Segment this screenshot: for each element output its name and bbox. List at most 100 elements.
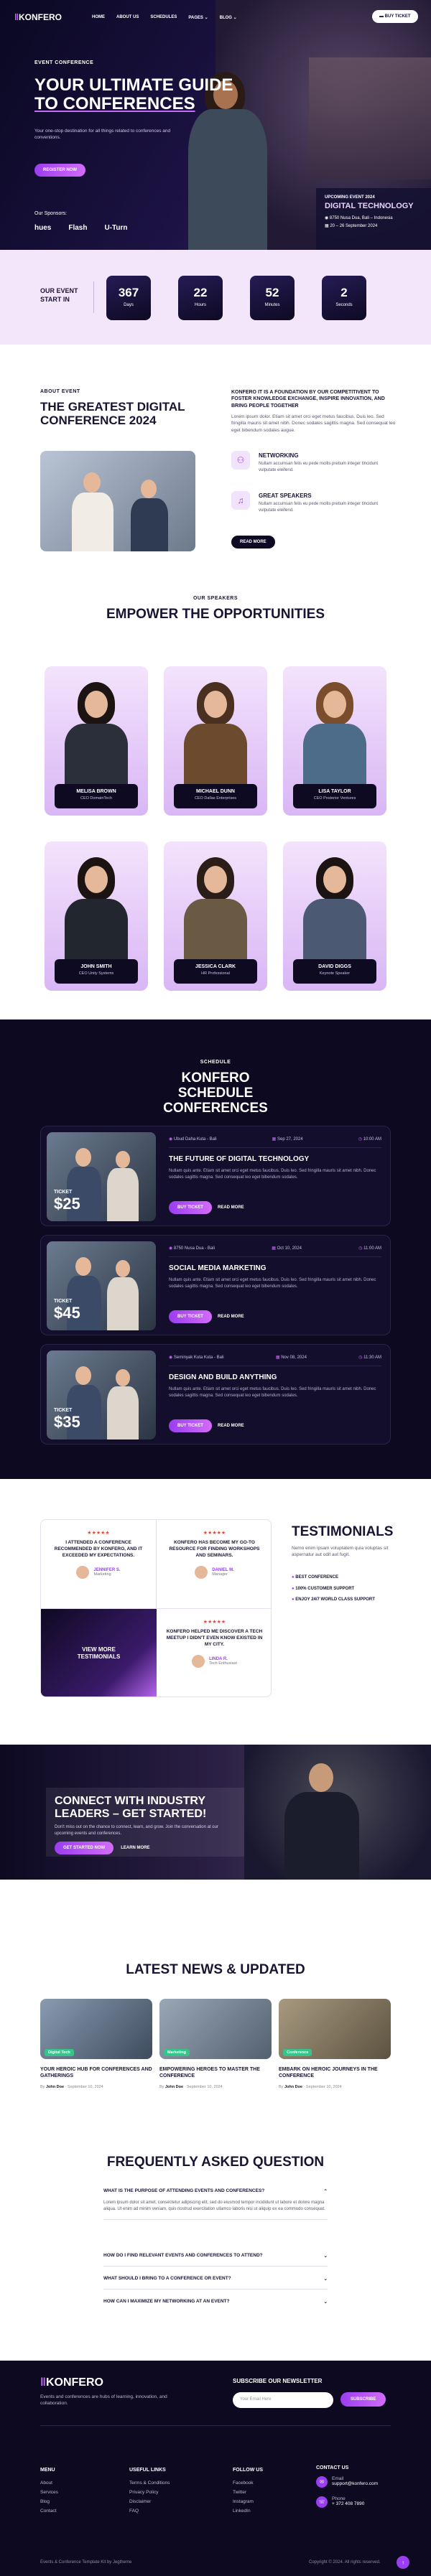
countdown-minutes: 52 Minutes bbox=[250, 276, 295, 320]
speakers-section: OUR SPEAKERS EMPOWER THE OPPORTUNITIES M… bbox=[0, 582, 431, 1019]
speaker-card[interactable]: MICHAEL DUNN CEO Dallas Enterprises bbox=[164, 666, 267, 816]
footer-link[interactable]: Blog bbox=[40, 2497, 58, 2506]
nav-schedules[interactable]: SCHEDULES bbox=[150, 15, 177, 20]
speaker-photo bbox=[323, 866, 346, 893]
faq-item-2[interactable]: HOW DO I FIND RELEVANT EVENTS AND CONFER… bbox=[103, 2253, 328, 2267]
event-title: SOCIAL MEDIA MARKETING bbox=[169, 1264, 267, 1272]
speaker-photo bbox=[85, 866, 108, 893]
news-card[interactable]: Digital Tech YOUR HEROIC HUB FOR CONFERE… bbox=[40, 1999, 152, 2092]
event-description: Nullam quis ante. Etiam sit amet orci eg… bbox=[169, 1278, 376, 1289]
faq-item-1[interactable]: WHAT IS THE PURPOSE OF ATTENDING EVENTS … bbox=[103, 2188, 328, 2221]
ticket-label: TICKET bbox=[54, 1408, 73, 1413]
read-more-link[interactable]: READ MORE bbox=[218, 1205, 244, 1210]
nav-blog[interactable]: BLOG ⌄ bbox=[220, 15, 237, 20]
news-author: John Doe bbox=[164, 2085, 184, 2089]
news-author: John Doe bbox=[45, 2085, 65, 2089]
register-now-button[interactable]: REGISTER NOW bbox=[34, 164, 86, 177]
speaker-photo bbox=[204, 866, 227, 893]
schedule-section: SCHEDULE KONFERO SCHEDULE CONFERENCES TI… bbox=[0, 1019, 431, 1479]
speaker-photo bbox=[323, 691, 346, 718]
news-card[interactable]: Conference EMBARK ON HEROIC JOURNEYS IN … bbox=[279, 1999, 391, 2092]
nav-home[interactable]: HOME bbox=[92, 15, 105, 20]
footer: ‖KONFERO Events and conferences are hubs… bbox=[0, 2361, 431, 2576]
footer-link[interactable]: Disclaimer bbox=[129, 2497, 170, 2506]
speaker-card[interactable]: LISA TAYLOR CEO Posterior Ventures bbox=[283, 666, 386, 816]
buy-ticket-header-button[interactable]: ▬ BUY TICKET bbox=[372, 10, 418, 23]
subscribe-button[interactable]: SUBSCRIBE bbox=[340, 2392, 386, 2407]
news-photo: Conference bbox=[279, 1999, 391, 2059]
footer-link[interactable]: Contact bbox=[40, 2506, 58, 2516]
nav-about[interactable]: ABOUT US bbox=[116, 15, 139, 20]
news-title: YOUR HEROIC HUB FOR CONFERENCES AND GATH… bbox=[40, 2067, 152, 2079]
event-location: ◉ Seminyak Kuta Kuta - Bali bbox=[169, 1355, 224, 1360]
facebook-link[interactable]: Facebook bbox=[233, 2478, 263, 2488]
countdown-timer: 367 Days 22 Hours 52 Minutes 2 Seconds bbox=[106, 276, 366, 320]
ticket-price: $35 bbox=[54, 1413, 80, 1431]
event-title: DESIGN AND BUILD ANYTHING bbox=[169, 1373, 277, 1381]
contact-phone[interactable]: + 372 408 7890 bbox=[332, 2501, 364, 2506]
buy-ticket-button[interactable]: BUY TICKET bbox=[169, 1201, 212, 1214]
speaker-role: CEO Dallas Enterprises bbox=[194, 796, 237, 801]
location-icon: ◉ bbox=[325, 216, 330, 220]
audience-photo bbox=[309, 57, 431, 179]
email-icon: ✉ bbox=[316, 2476, 328, 2488]
nav-pages[interactable]: PAGES ⌄ bbox=[188, 15, 208, 20]
speaker-card[interactable]: MELISA BROWN CEO DomainTech bbox=[45, 666, 148, 816]
contact-email[interactable]: support@konfero.com bbox=[332, 2481, 378, 2486]
countdown-label: OUR EVENT START IN bbox=[40, 287, 78, 303]
footer-link[interactable]: Terms & Conditions bbox=[129, 2478, 170, 2488]
news-section: LATEST NEWS & UPDATED Digital Tech YOUR … bbox=[0, 1880, 431, 2095]
speaker-card[interactable]: DAVID DIGGS Keynote Speaker bbox=[283, 841, 386, 991]
logo[interactable]: ‖KONFERO bbox=[14, 12, 62, 22]
main-nav: HOME ABOUT US SCHEDULES PAGES ⌄ BLOG ⌄ bbox=[92, 15, 237, 20]
cta-box: CONNECT WITH INDUSTRY LEADERS – GET STAR… bbox=[46, 1788, 244, 1857]
learn-more-link[interactable]: LEARN MORE bbox=[121, 1846, 149, 1850]
news-tag: Marketing bbox=[164, 2049, 190, 2056]
networking-icon: ⚇ bbox=[231, 451, 250, 470]
get-started-button[interactable]: GET STARTED NOW bbox=[55, 1841, 114, 1854]
event-photo: TICKET $45 bbox=[47, 1241, 156, 1330]
faq-title: FREQUENTLY ASKED QUESTION bbox=[106, 2155, 325, 2170]
buy-ticket-button[interactable]: BUY TICKET bbox=[169, 1419, 212, 1432]
twitter-link[interactable]: Twitter bbox=[233, 2488, 263, 2497]
news-card[interactable]: Marketing EMPOWERING HEROES TO MASTER TH… bbox=[159, 1999, 272, 2092]
event-title: THE FUTURE OF DIGITAL TECHNOLOGY bbox=[169, 1155, 310, 1163]
clock-icon: ◷ bbox=[358, 1355, 364, 1360]
speaker-card[interactable]: JOHN SMITH CEO Unity Systems bbox=[45, 841, 148, 991]
speakers-title: EMPOWER THE OPPORTUNITIES bbox=[106, 607, 325, 622]
view-more-testimonials-button[interactable]: VIEW MORE TESTIMONIALS bbox=[41, 1609, 157, 1697]
footer-link[interactable]: About bbox=[40, 2478, 58, 2488]
clock-icon: ◷ bbox=[358, 1137, 363, 1142]
testimonial-grid: ★★★★★ I ATTENDED A CONFERENCE RECOMMENDE… bbox=[40, 1519, 272, 1697]
clock-icon: ◷ bbox=[358, 1246, 364, 1251]
event-location: ◉ 8750 Nusa Dua - Bali bbox=[169, 1246, 215, 1251]
read-more-link[interactable]: READ MORE bbox=[218, 1315, 244, 1319]
faq-item-3[interactable]: WHAT SHOULD I BRING TO A CONFERENCE OR E… bbox=[103, 2276, 328, 2290]
speaker-name: MELISA BROWN bbox=[76, 789, 116, 794]
read-more-link[interactable]: READ MORE bbox=[218, 1424, 244, 1428]
sponsors-label: Our Sponsors: bbox=[34, 211, 68, 216]
calendar-icon: ▦ bbox=[275, 1355, 282, 1360]
buy-ticket-button[interactable]: BUY TICKET bbox=[169, 1310, 212, 1323]
cta-text: Don't miss out on the chance to connect,… bbox=[55, 1825, 218, 1836]
scroll-top-button[interactable]: ↑ bbox=[397, 2556, 409, 2569]
footer-link[interactable]: Services bbox=[40, 2488, 58, 2497]
footer-link[interactable]: FAQ bbox=[129, 2506, 170, 2516]
instagram-link[interactable]: Instagram bbox=[233, 2497, 263, 2506]
hero-tag: EVENT CONFERENCE bbox=[34, 60, 94, 65]
newsletter-email-input[interactable]: Your Email Here bbox=[233, 2392, 333, 2408]
faq-section: FREQUENTLY ASKED QUESTION WHAT IS THE PU… bbox=[0, 2095, 431, 2361]
footer-link[interactable]: Privacy Policy bbox=[129, 2488, 170, 2497]
speaker-card[interactable]: JESSICA CLARK HR Professional bbox=[164, 841, 267, 991]
footer-logo[interactable]: ‖KONFERO bbox=[40, 2376, 103, 2389]
schedule-title: KONFERO SCHEDULE CONFERENCES bbox=[163, 1070, 268, 1116]
about-read-more-button[interactable]: READ MORE bbox=[231, 536, 275, 549]
speaker-photo bbox=[204, 691, 227, 718]
about-title: THE GREATEST DIGITAL CONFERENCE 2024 bbox=[40, 400, 185, 427]
event-description: Nullam quis ante. Etiam sit amet orci eg… bbox=[169, 1169, 376, 1180]
linkedin-link[interactable]: LinkedIn bbox=[233, 2506, 263, 2516]
faq-item-4[interactable]: HOW CAN I MAXIMIZE MY NETWORKING AT AN E… bbox=[103, 2299, 328, 2312]
ticket-icon: ▬ bbox=[379, 14, 385, 19]
news-photo: Digital Tech bbox=[40, 1999, 152, 2059]
about-section: ABOUT EVENT THE GREATEST DIGITAL CONFERE… bbox=[0, 345, 431, 582]
